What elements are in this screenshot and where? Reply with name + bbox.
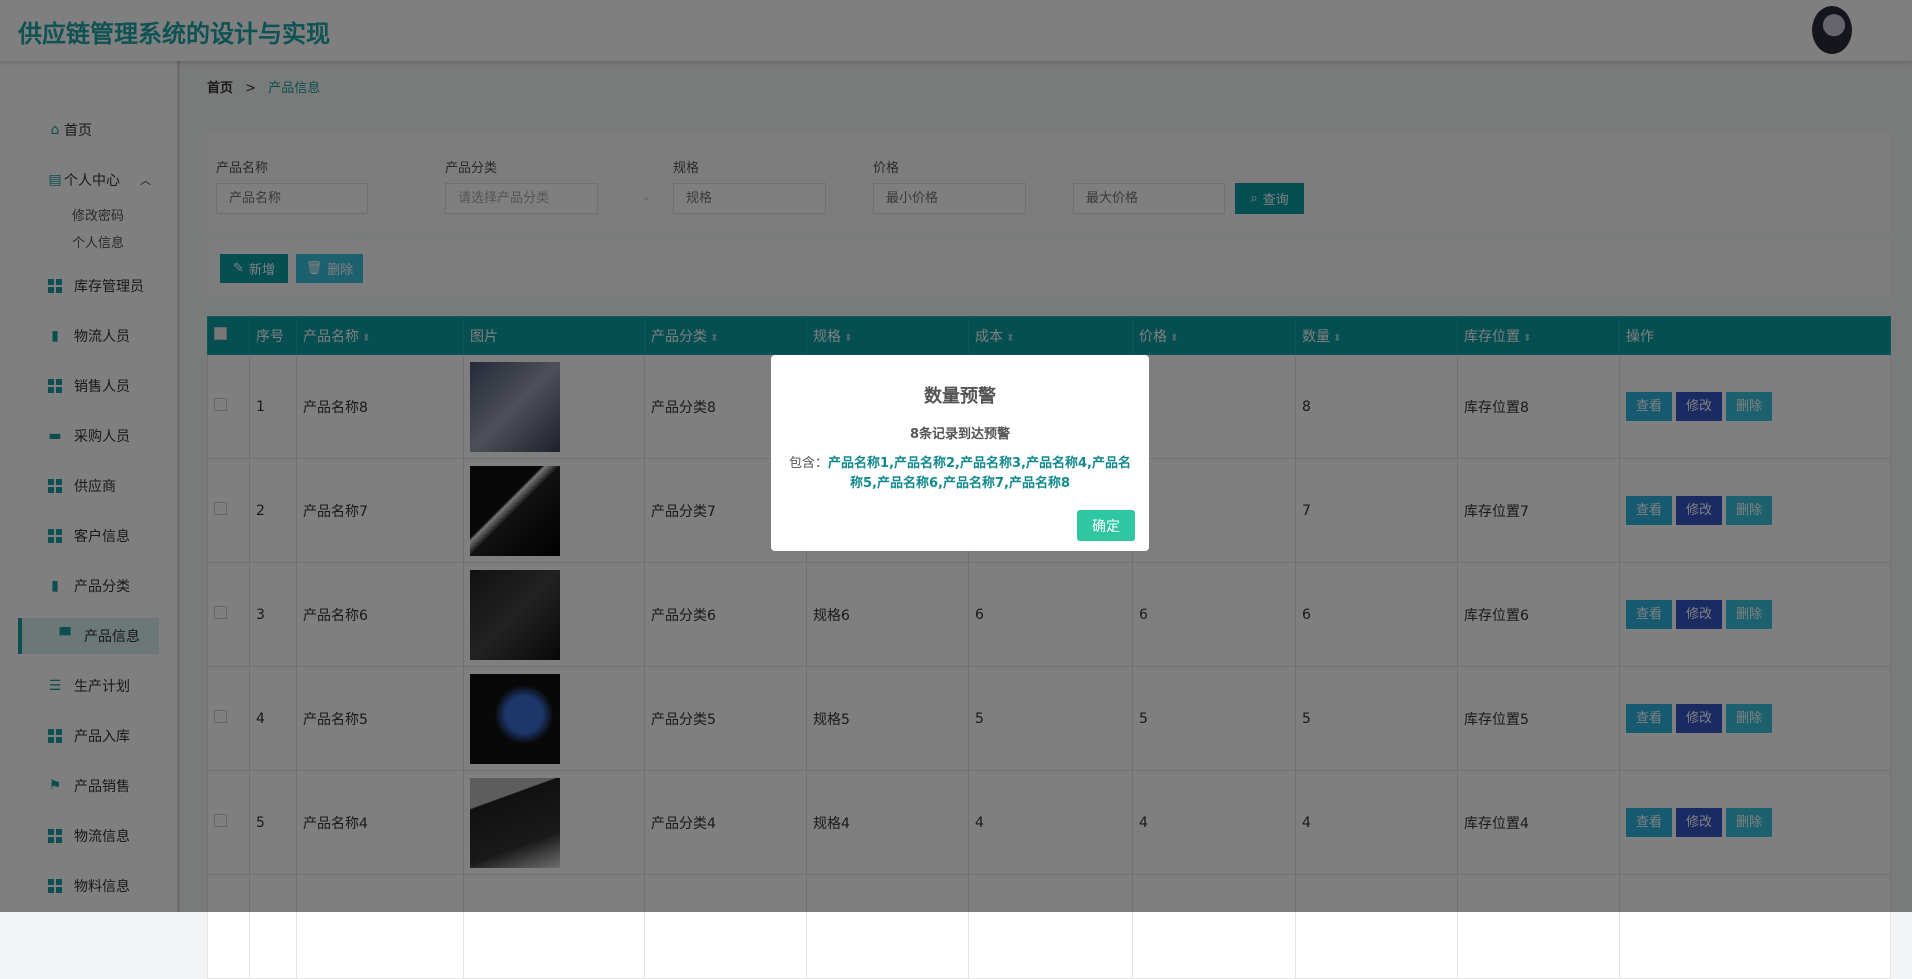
dialog-subtitle: 8条记录到达预警 [909, 427, 1011, 442]
dialog-items: 产品名称1,产品名称2,产品名称3,产品名称4,产品名称5,产品名称6,产品名称… [828, 456, 1131, 491]
confirm-button[interactable]: 确定 [1077, 510, 1135, 541]
dialog-message: 包含：产品名称1,产品名称2,产品名称3,产品名称4,产品名称5,产品名称6,产… [789, 454, 1131, 494]
quantity-warning-dialog: 数量预警 8条记录到达预警 包含：产品名称1,产品名称2,产品名称3,产品名称4… [771, 355, 1149, 551]
dialog-prefix: 包含： [789, 456, 829, 471]
dialog-title: 数量预警 [924, 386, 996, 407]
